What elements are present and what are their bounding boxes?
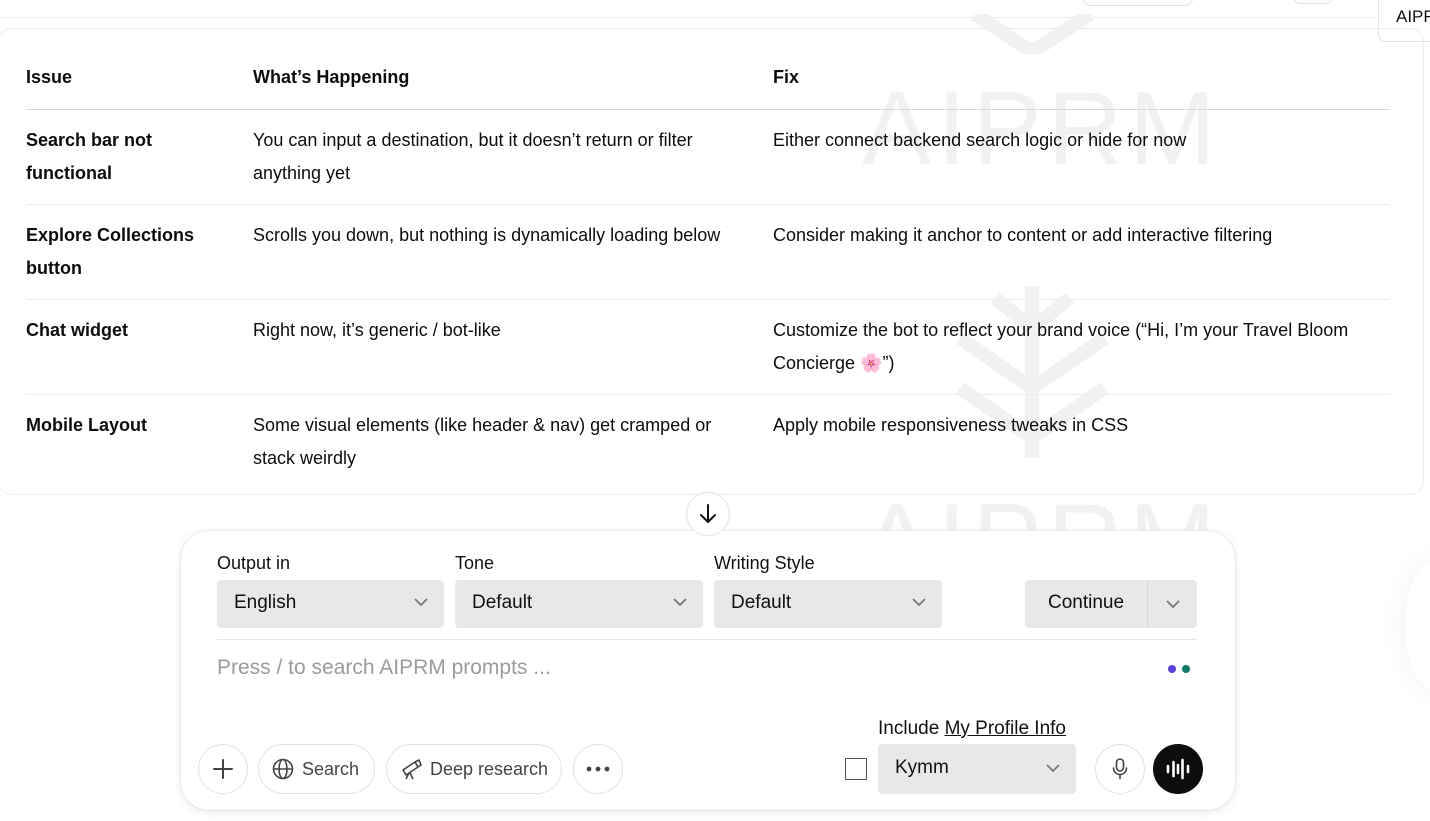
add-attachment-button[interactable] — [198, 744, 248, 794]
header-fix: Fix — [773, 61, 1390, 110]
writing-style-label: Writing Style — [714, 553, 815, 573]
writing-style-select[interactable]: Default — [714, 580, 942, 628]
plus-icon — [213, 759, 233, 779]
telescope-icon — [402, 759, 422, 780]
include-prefix: Include — [878, 718, 940, 739]
search-button[interactable]: Search — [258, 744, 375, 794]
header-issue: Issue — [26, 61, 253, 110]
issue-cell: Search bar not functional — [26, 109, 253, 205]
deep-research-button[interactable]: Deep research — [386, 744, 562, 794]
top-small-button[interactable] — [1294, 0, 1332, 4]
dictate-button[interactable] — [1095, 744, 1145, 794]
continue-split-button: Continue — [1025, 580, 1197, 628]
my-profile-info-link[interactable]: My Profile Info — [945, 718, 1066, 739]
tone-value: Default — [472, 592, 533, 613]
table-row: Search bar not functional You can input … — [26, 109, 1390, 205]
include-profile-label: Include My Profile Info — [878, 718, 1066, 740]
deep-research-label: Deep research — [430, 758, 549, 779]
voice-mode-button[interactable] — [1153, 744, 1203, 794]
tone-label: Tone — [455, 553, 495, 573]
fix-cell: Customize the bot to reflect your brand … — [773, 299, 1390, 395]
output-language-select[interactable]: English — [217, 580, 444, 628]
output-language-value: English — [234, 592, 297, 613]
continue-button[interactable]: Continue — [1025, 580, 1147, 628]
fix-cell: Apply mobile responsiveness tweaks in CS… — [773, 415, 1129, 435]
top-bar — [0, 0, 1430, 18]
composer: Output in English Tone Default Writing S… — [181, 531, 1235, 810]
dot-purple — [1168, 665, 1176, 673]
search-button-label: Search — [302, 758, 360, 779]
issues-table-card: Issue What’s Happening Fix Search bar no… — [0, 28, 1424, 495]
fix-cell: Either connect backend search logic or h… — [773, 109, 1390, 205]
more-icon — [586, 766, 610, 772]
chevron-down-icon — [1165, 599, 1180, 608]
output-label: Output in — [217, 553, 291, 573]
scroll-down-button[interactable] — [686, 492, 730, 536]
fix-cell: Consider making it anchor to content or … — [773, 204, 1390, 300]
issues-table: Issue What’s Happening Fix Search bar no… — [26, 61, 1390, 489]
profile-select[interactable]: Kymm — [878, 744, 1076, 794]
tone-select[interactable]: Default — [455, 580, 703, 628]
globe-icon — [272, 758, 294, 780]
table-row: Explore Collections button Scrolls you d… — [26, 204, 1390, 300]
more-tools-button[interactable] — [573, 744, 623, 794]
composer-divider — [217, 639, 1197, 640]
chevron-down-icon — [912, 598, 926, 607]
continue-options-button[interactable] — [1148, 580, 1197, 628]
chevron-down-icon — [673, 598, 687, 607]
prompt-input[interactable] — [217, 651, 1147, 685]
happening-cell: You can input a destination, but it does… — [253, 109, 773, 205]
arrow-down-icon — [700, 504, 716, 523]
top-pill-button[interactable] — [1082, 0, 1194, 6]
chevron-down-icon — [414, 598, 428, 607]
happening-cell: Some visual elements (like header & nav)… — [253, 415, 712, 468]
happening-cell: Scrolls you down, but nothing is dynamic… — [253, 204, 773, 300]
happening-cell: Right now, it’s generic / bot-like — [253, 299, 773, 395]
table-row: Mobile Layout Some visual elements (like… — [26, 395, 1390, 490]
voice-wave-icon — [1166, 758, 1190, 780]
profile-value: Kymm — [895, 757, 949, 778]
edge-shadow — [1405, 560, 1430, 690]
table-header-row: Issue What’s Happening Fix — [26, 61, 1390, 110]
table-row: Chat widget Right now, it’s generic / bo… — [26, 299, 1390, 395]
issue-cell: Mobile Layout — [26, 415, 147, 435]
mic-icon — [1112, 758, 1128, 780]
dot-teal — [1182, 665, 1190, 673]
header-whats-happening: What’s Happening — [253, 61, 773, 110]
chevron-down-icon — [1046, 764, 1060, 773]
typing-dots-icon — [1168, 665, 1190, 673]
issue-cell: Explore Collections button — [26, 204, 253, 300]
include-profile-checkbox[interactable] — [845, 758, 867, 780]
issue-cell: Chat widget — [26, 299, 253, 395]
writing-style-value: Default — [731, 592, 792, 613]
aiprm-tab-label: AIPRM — [1396, 7, 1430, 26]
